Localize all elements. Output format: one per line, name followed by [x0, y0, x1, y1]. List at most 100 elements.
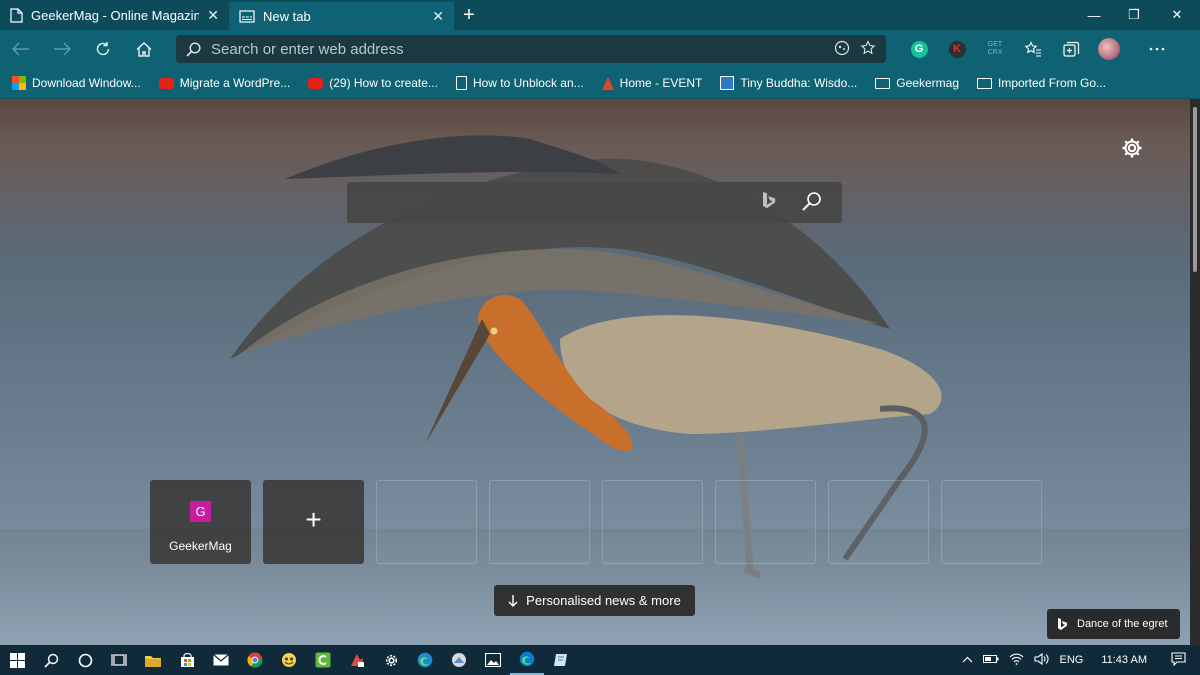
get-crx-extension[interactable]: GET CRX: [976, 30, 1014, 68]
favorite-label: Imported From Go...: [998, 76, 1107, 90]
favorite-label: Migrate a WordPre...: [179, 76, 291, 90]
refresh-button[interactable]: [82, 30, 123, 68]
camtasia-taskbar-icon[interactable]: [306, 645, 340, 675]
tracking-prevention-icon[interactable]: [834, 40, 850, 59]
microsoft-icon: [12, 76, 26, 90]
app-taskbar-icon[interactable]: [544, 645, 578, 675]
cortana-button[interactable]: [68, 645, 102, 675]
forward-button[interactable]: [41, 30, 82, 68]
close-tab-icon[interactable]: ✕: [432, 8, 444, 25]
favorite-label: Download Window...: [32, 76, 141, 90]
app-taskbar-icon[interactable]: [340, 645, 374, 675]
navigation-toolbar: Search or enter web address G K GET CRX: [0, 30, 1200, 68]
clock[interactable]: 11:43 AM: [1101, 654, 1147, 666]
profile-button[interactable]: [1090, 30, 1128, 68]
file-explorer-taskbar-icon[interactable]: [136, 645, 170, 675]
new-tab-button[interactable]: +: [454, 0, 484, 30]
action-center-icon[interactable]: [1171, 651, 1186, 669]
settings-and-more-button[interactable]: [1138, 30, 1176, 68]
folder-icon: [977, 77, 992, 89]
quick-link-geekermag[interactable]: G GeekerMag: [150, 480, 251, 564]
personalised-news-button[interactable]: Personalised news & more: [494, 585, 695, 616]
crx-label-top: GET: [987, 41, 1003, 48]
back-button[interactable]: [0, 30, 41, 68]
search-icon[interactable]: [800, 190, 824, 214]
wifi-icon[interactable]: [1009, 653, 1024, 668]
favorite-label: Tiny Buddha: Wisdo...: [740, 76, 858, 90]
k-extension-icon: K: [948, 40, 966, 58]
grammarly-extension[interactable]: G: [900, 30, 938, 68]
empty-quick-link-slot: [489, 480, 590, 564]
page-settings-button[interactable]: [1121, 137, 1143, 166]
favorites-button[interactable]: [1014, 30, 1052, 68]
add-favorite-star-icon[interactable]: [860, 39, 876, 59]
window-controls: — ❐ ✕: [1074, 0, 1200, 30]
search-icon: [43, 653, 58, 668]
edge-active-taskbar-icon[interactable]: [510, 645, 544, 675]
back-arrow-icon: [11, 42, 29, 56]
news-button-label: Personalised news & more: [526, 593, 681, 608]
new-tab-page: G GeekerMag + Personalised news & more D…: [0, 99, 1190, 645]
settings-taskbar-icon[interactable]: [374, 645, 408, 675]
home-button[interactable]: [123, 30, 164, 68]
address-bar[interactable]: Search or enter web address: [176, 35, 886, 63]
favorite-label: Home - EVENT: [619, 76, 703, 90]
chrome-taskbar-icon[interactable]: [238, 645, 272, 675]
favorite-item[interactable]: Migrate a WordPre...: [158, 76, 291, 90]
newtab-icon: [239, 9, 255, 23]
app-taskbar-icon[interactable]: [442, 645, 476, 675]
web-search-box[interactable]: [347, 182, 842, 223]
gear-icon: [1122, 138, 1142, 158]
close-window-button[interactable]: ✕: [1154, 0, 1200, 30]
favorite-item[interactable]: Download Window...: [12, 76, 141, 90]
avatar: [1098, 38, 1120, 60]
favorites-bar: Download Window... Migrate a WordPre... …: [0, 68, 1200, 99]
get-crx-icon: GET CRX: [988, 41, 1003, 57]
add-quick-link-button[interactable]: +: [263, 480, 364, 564]
favorite-item[interactable]: How to Unblock an...: [455, 76, 584, 90]
language-indicator[interactable]: ENG: [1059, 654, 1083, 666]
maximize-button[interactable]: ❐: [1114, 0, 1154, 30]
refresh-icon: [96, 42, 109, 56]
page-scrollbar[interactable]: [1190, 99, 1200, 645]
event-icon: [601, 76, 614, 90]
photos-taskbar-icon[interactable]: [476, 645, 510, 675]
favorite-folder[interactable]: Geekermag: [875, 76, 959, 90]
favorite-label: How to Unblock an...: [472, 76, 584, 90]
tab-geekermag[interactable]: GeekerMag - Online Magazine f ✕: [0, 0, 229, 30]
mail-taskbar-icon[interactable]: [204, 645, 238, 675]
start-button[interactable]: [0, 645, 34, 675]
close-tab-icon[interactable]: ✕: [207, 7, 219, 24]
task-view-button[interactable]: [102, 645, 136, 675]
edge-taskbar-icon[interactable]: [408, 645, 442, 675]
scrollbar-thumb[interactable]: [1193, 107, 1197, 272]
store-taskbar-icon[interactable]: [170, 645, 204, 675]
forward-arrow-icon: [53, 42, 71, 56]
quick-links: G GeekerMag +: [150, 480, 1042, 564]
show-hidden-icons-chevron-icon[interactable]: [962, 654, 973, 666]
app-taskbar-icon[interactable]: [272, 645, 306, 675]
windows-taskbar: ENG 11:43 AM: [0, 645, 1200, 675]
search-button[interactable]: [34, 645, 68, 675]
minimize-button[interactable]: —: [1074, 0, 1114, 30]
collections-button[interactable]: [1052, 30, 1090, 68]
bing-logo-icon: [762, 191, 776, 216]
k-extension[interactable]: K: [938, 30, 976, 68]
search-icon: [186, 41, 201, 57]
youtube-icon: [308, 77, 324, 89]
favorite-item[interactable]: Tiny Buddha: Wisdo...: [720, 76, 857, 90]
tab-strip: GeekerMag - Online Magazine f ✕ New tab …: [0, 0, 1200, 30]
document-icon: [455, 76, 467, 90]
home-icon: [136, 41, 151, 57]
empty-quick-link-slot: [828, 480, 929, 564]
tab-new-tab[interactable]: New tab ✕: [229, 2, 454, 30]
favorite-item[interactable]: (29) How to create...: [308, 76, 438, 90]
volume-icon[interactable]: [1034, 652, 1049, 668]
empty-quick-link-slot: [941, 480, 1042, 564]
image-info-button[interactable]: Dance of the egret: [1047, 609, 1180, 639]
favorite-item[interactable]: Home - EVENT: [601, 76, 703, 90]
battery-icon[interactable]: [983, 654, 999, 667]
plus-icon: +: [305, 504, 322, 535]
bing-logo-icon: [1058, 618, 1067, 630]
favorite-folder[interactable]: Imported From Go...: [977, 76, 1106, 90]
